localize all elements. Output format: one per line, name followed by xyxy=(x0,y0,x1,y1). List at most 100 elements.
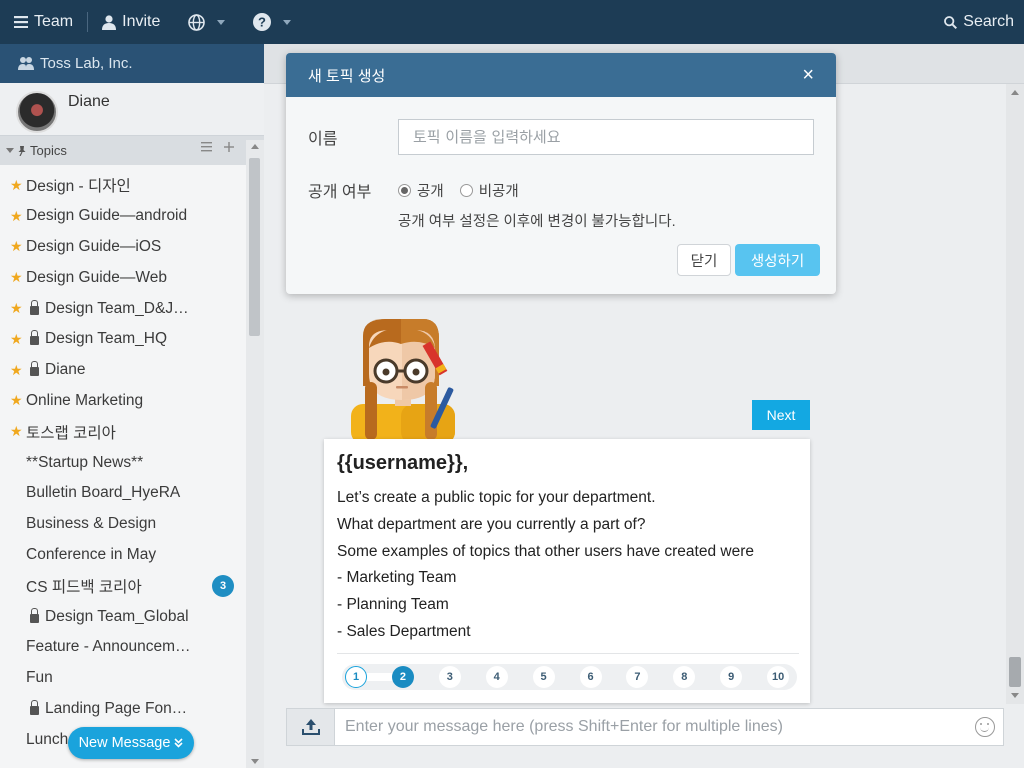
upload-icon xyxy=(301,719,320,735)
list-icon[interactable] xyxy=(201,142,212,152)
sidebar-topic-item[interactable]: ★ Design Team_D&J… xyxy=(0,293,246,324)
step-indicator[interactable]: 9 xyxy=(720,666,743,688)
step-indicator[interactable]: 10 xyxy=(767,666,790,688)
onboarding-card: {{username}}, Let’s create a public topi… xyxy=(324,439,810,703)
topic-list: ★ Design - 디자인 ★ Design Guide—android ★ Desig… xyxy=(0,170,246,755)
topics-section-header[interactable]: Topics xyxy=(0,135,264,165)
emoji-icon[interactable] xyxy=(975,717,995,737)
topic-label: Diane xyxy=(45,361,86,379)
sidebar-topic-item[interactable]: Business & Design xyxy=(0,509,246,540)
main-scrollbar[interactable] xyxy=(1006,84,1024,704)
main-scroll-thumb[interactable] xyxy=(1009,657,1021,687)
team-menu-button[interactable]: Team xyxy=(0,0,87,44)
sidebar-topic-item[interactable]: ★ Design Team_HQ xyxy=(0,324,246,355)
scroll-up-arrow-icon[interactable] xyxy=(251,144,259,149)
step-indicator[interactable]: 6 xyxy=(579,666,602,688)
sidebar-topic-item[interactable]: ★ Online Marketing xyxy=(0,386,246,417)
team-name-bar[interactable]: Toss Lab, Inc. xyxy=(0,44,264,83)
topic-label: Online Marketing xyxy=(26,391,144,409)
star-icon: ★ xyxy=(10,238,23,255)
next-button[interactable]: Next xyxy=(752,400,810,430)
topic-label: Design Guide—iOS xyxy=(26,237,162,255)
topic-label: Design Guide—android xyxy=(26,207,188,225)
close-icon[interactable]: × xyxy=(802,65,814,85)
sidebar-topic-item[interactable]: Feature - Announcem… xyxy=(0,632,246,663)
step-indicator[interactable]: 7 xyxy=(626,666,649,688)
search-label: Search xyxy=(963,13,1014,30)
sidebar-topic-item[interactable]: ★ Design - 디자인 xyxy=(0,170,246,201)
language-menu-button[interactable] xyxy=(174,0,239,44)
user-profile[interactable]: Diane xyxy=(0,83,264,135)
topic-label: Design Team_HQ xyxy=(45,330,168,348)
close-button[interactable]: 닫기 xyxy=(677,244,731,276)
create-button[interactable]: 생성하기 xyxy=(735,244,820,276)
sidebar-topic-item[interactable]: ★ 토스랩 코리아 xyxy=(0,416,246,447)
topic-label: Fun xyxy=(26,669,53,687)
topic-label: CS 피드백 코리아 xyxy=(26,578,142,596)
user-icon xyxy=(102,14,117,30)
private-option-label[interactable]: 비공개 xyxy=(479,180,519,201)
sidebar-topic-item[interactable]: CS 피드백 코리아 3 xyxy=(0,570,246,601)
upload-button[interactable] xyxy=(287,709,335,745)
sidebar-topic-item[interactable]: Fun xyxy=(0,663,246,694)
step-indicator[interactable]: 8 xyxy=(673,666,696,688)
message-input[interactable] xyxy=(335,709,975,745)
visibility-label: 공개 여부 xyxy=(308,184,372,201)
sidebar-topic-item[interactable]: Conference in May xyxy=(0,540,246,571)
scroll-down-arrow-icon[interactable] xyxy=(251,759,259,764)
onboarding-line: Some examples of topics that other users… xyxy=(337,543,754,560)
star-icon: ★ xyxy=(10,207,23,224)
topic-label: Design Team_Global xyxy=(45,607,189,625)
topic-name-input[interactable] xyxy=(398,119,814,155)
topic-label: Landing Page Fon… xyxy=(45,699,188,717)
scroll-up-arrow-icon[interactable] xyxy=(1011,90,1019,95)
onboarding-line: What department are you currently a part… xyxy=(337,516,646,533)
sidebar-topic-item[interactable]: Design Team_Global xyxy=(0,601,246,632)
lock-icon xyxy=(30,361,39,377)
onboarding-line: - Marketing Team xyxy=(337,569,457,586)
chevron-down-icon xyxy=(283,19,292,25)
globe-icon xyxy=(188,13,206,31)
step-progress-track: 1 2 3 4 5 6 7 8 9 10 xyxy=(342,664,797,690)
topic-label: Lunch xyxy=(26,730,69,748)
pin-icon xyxy=(18,145,26,156)
topics-title: Topics xyxy=(30,143,67,158)
team-icon xyxy=(18,57,34,70)
new-message-label: New Message xyxy=(78,735,171,751)
dialog-header: 새 토픽 생성 × xyxy=(286,53,836,97)
search-button[interactable]: Search xyxy=(944,0,1014,44)
topic-label: Design Guide—Web xyxy=(26,268,168,286)
hamburger-menu-icon xyxy=(14,16,28,28)
team-menu-label: Team xyxy=(34,13,74,30)
sidebar-scrollbar[interactable] xyxy=(246,140,264,768)
step-indicator[interactable]: 4 xyxy=(485,666,508,688)
topic-label: Conference in May xyxy=(26,545,157,563)
avatar xyxy=(16,91,58,133)
sidebar-topic-item[interactable]: ★ Design Guide—iOS xyxy=(0,232,246,263)
scroll-down-arrow-icon[interactable] xyxy=(1011,693,1019,698)
lock-icon xyxy=(30,699,39,715)
onboarding-line: - Sales Department xyxy=(337,623,471,640)
public-radio[interactable] xyxy=(398,184,411,197)
collapse-triangle-icon xyxy=(6,148,14,153)
help-menu-button[interactable]: ? xyxy=(239,0,305,44)
step-indicator[interactable]: 2 xyxy=(391,666,414,688)
topic-label: 토스랩 코리아 xyxy=(26,424,116,442)
sidebar-topic-item[interactable]: ★ Diane xyxy=(0,355,246,386)
sidebar-scroll-thumb[interactable] xyxy=(249,158,260,336)
invite-button[interactable]: Invite xyxy=(88,0,174,44)
sidebar-topic-item[interactable]: ★ Design Guide—Web xyxy=(0,262,246,293)
private-radio[interactable] xyxy=(459,184,473,197)
add-topic-icon[interactable] xyxy=(224,142,234,152)
topic-label: Business & Design xyxy=(26,515,157,533)
step-indicator[interactable]: 3 xyxy=(438,666,461,688)
star-icon: ★ xyxy=(10,300,23,317)
public-option-label[interactable]: 공개 xyxy=(417,180,444,201)
sidebar-topic-item[interactable]: Landing Page Fon… xyxy=(0,694,246,725)
sidebar-topic-item[interactable]: Bulletin Board_HyeRA xyxy=(0,478,246,509)
new-message-button[interactable]: New Message xyxy=(68,727,194,759)
sidebar-topic-item[interactable]: **Startup News** xyxy=(0,447,246,478)
sidebar-topic-item[interactable]: ★ Design Guide—android xyxy=(0,201,246,232)
step-indicator[interactable]: 1 xyxy=(345,666,367,688)
step-indicator[interactable]: 5 xyxy=(532,666,555,688)
